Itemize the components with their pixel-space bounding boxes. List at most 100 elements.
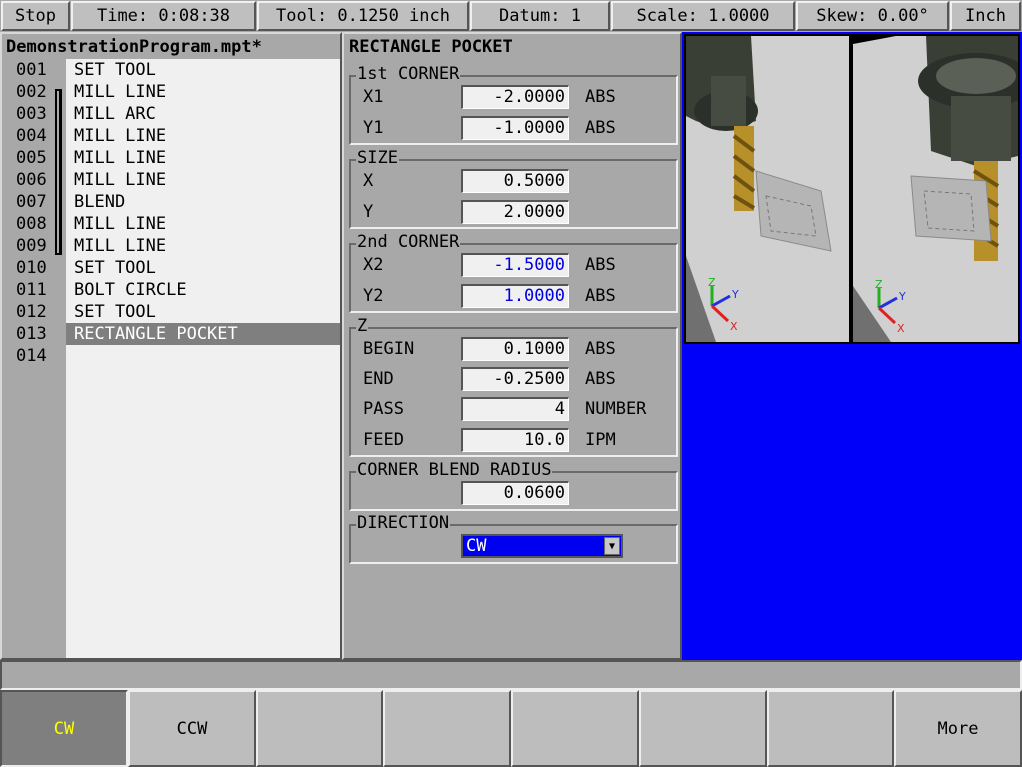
program-line[interactable]: MILL LINE xyxy=(66,125,340,147)
softkey-blank-4[interactable] xyxy=(383,690,511,767)
group-label-direction: DIRECTION xyxy=(356,513,451,533)
line-number: 001 xyxy=(16,60,47,80)
softkey-blank-5[interactable] xyxy=(511,690,639,767)
program-line[interactable] xyxy=(66,345,340,367)
softkey-more[interactable]: More xyxy=(894,690,1022,767)
right-axis-z-label: Z xyxy=(875,278,883,291)
program-line[interactable]: BLEND xyxy=(66,191,340,213)
x2-unit: ABS xyxy=(585,255,616,275)
softkey-blank-3[interactable] xyxy=(256,690,383,767)
softkey-bar: CW CCW More xyxy=(0,690,1022,767)
program-listing: SET TOOL MILL LINE MILL ARC MILL LINE MILL L… xyxy=(66,59,340,658)
program-line[interactable]: SET TOOL xyxy=(66,59,340,81)
y1-label: Y1 xyxy=(363,118,384,138)
form-title: RECTANGLE POCKET xyxy=(349,37,513,57)
y1-field[interactable]: -1.0000 xyxy=(461,116,569,140)
group-label-corner-blend: CORNER BLEND RADIUS xyxy=(356,460,553,480)
size-x-field[interactable]: 0.5000 xyxy=(461,169,569,193)
program-line[interactable]: MILL LINE xyxy=(66,147,340,169)
datum-readout: Datum: 1 xyxy=(470,1,610,31)
message-bar xyxy=(0,660,1022,690)
line-number: 007 xyxy=(16,192,47,212)
program-line[interactable]: MILL LINE xyxy=(66,169,340,191)
x2-field[interactable]: -1.5000 xyxy=(461,253,569,277)
program-line[interactable]: RECTANGLE POCKET xyxy=(66,323,340,345)
corner-blend-field[interactable]: 0.0600 xyxy=(461,481,569,505)
softkey-cw[interactable]: CW xyxy=(0,690,128,767)
line-number: 006 xyxy=(16,170,47,190)
z-begin-field[interactable]: 0.1000 xyxy=(461,337,569,361)
z-feed-field[interactable]: 10.0 xyxy=(461,428,569,452)
tool-preview-graphic: Z Y X Z Y X xyxy=(686,36,1022,342)
group-label-second-corner: 2nd CORNER xyxy=(356,232,461,252)
group-z: Z BEGIN 0.1000 ABS END -0.2500 ABS PASS … xyxy=(349,317,678,457)
line-number: 004 xyxy=(16,126,47,146)
scale-readout: Scale: 1.0000 xyxy=(611,1,795,31)
line-number: 002 xyxy=(16,82,47,102)
program-line[interactable]: MILL LINE xyxy=(66,213,340,235)
z-end-label: END xyxy=(363,369,394,389)
z-feed-label: FEED xyxy=(363,430,404,450)
line-number: 013 xyxy=(16,324,47,344)
program-panel: DemonstrationProgram.mpt* SET TOOL MILL L… xyxy=(0,32,342,660)
units-button[interactable]: Inch xyxy=(950,1,1021,31)
line-number: 008 xyxy=(16,214,47,234)
line-number: 012 xyxy=(16,302,47,322)
line-number: 009 xyxy=(16,236,47,256)
dropdown-arrow-icon[interactable]: ▼ xyxy=(604,537,620,555)
z-feed-unit: IPM xyxy=(585,430,616,450)
tool-readout: Tool: 0.1250 inch xyxy=(257,1,469,31)
z-pass-field[interactable]: 4 xyxy=(461,397,569,421)
loop-bracket xyxy=(55,89,62,255)
program-line[interactable]: SET TOOL xyxy=(66,257,340,279)
group-first-corner: 1st CORNER X1 -2.0000 ABS Y1 -1.0000 ABS xyxy=(349,65,678,145)
line-number: 010 xyxy=(16,258,47,278)
y2-label: Y2 xyxy=(363,286,384,306)
program-title: DemonstrationProgram.mpt* xyxy=(6,37,262,57)
x1-unit: ABS xyxy=(585,87,616,107)
graphics-panel: Z Y X Z Y X xyxy=(682,32,1022,660)
y2-field[interactable]: 1.0000 xyxy=(461,284,569,308)
tool-preview-viewport: Z Y X Z Y X xyxy=(684,34,1022,344)
z-pass-unit: NUMBER xyxy=(585,399,647,419)
program-line[interactable]: SET TOOL xyxy=(66,301,340,323)
size-y-label: Y xyxy=(363,202,374,222)
line-number: 011 xyxy=(16,280,47,300)
x2-label: X2 xyxy=(363,255,384,275)
group-second-corner: 2nd CORNER X2 -1.5000 ABS Y2 1.0000 ABS xyxy=(349,233,678,313)
operation-form: RECTANGLE POCKET 1st CORNER X1 -2.0000 A… xyxy=(342,32,682,660)
stop-button[interactable]: Stop xyxy=(1,1,70,31)
x1-field[interactable]: -2.0000 xyxy=(461,85,569,109)
left-axis-y-label: Y xyxy=(731,288,739,301)
group-corner-blend: CORNER BLEND RADIUS 0.0600 xyxy=(349,461,678,511)
z-pass-label: PASS xyxy=(363,399,404,419)
program-line[interactable]: MILL LINE xyxy=(66,235,340,257)
group-label-size: SIZE xyxy=(356,148,399,168)
direction-value: CW xyxy=(466,536,487,556)
z-begin-unit: ABS xyxy=(585,339,616,359)
x1-label: X1 xyxy=(363,87,384,107)
z-begin-label: BEGIN xyxy=(363,339,415,359)
size-y-field[interactable]: 2.0000 xyxy=(461,200,569,224)
skew-readout: Skew: 0.00° xyxy=(796,1,949,31)
y1-unit: ABS xyxy=(585,118,616,138)
line-number: 005 xyxy=(16,148,47,168)
program-line[interactable]: MILL ARC xyxy=(66,103,340,125)
status-bar: Stop Time: 0:08:38 Tool: 0.1250 inch Dat… xyxy=(0,0,1022,32)
z-end-field[interactable]: -0.2500 xyxy=(461,367,569,391)
program-line[interactable]: MILL LINE xyxy=(66,81,340,103)
y2-unit: ABS xyxy=(585,286,616,306)
group-label-z: Z xyxy=(356,316,369,336)
direction-select[interactable]: CW ▼ xyxy=(461,534,623,558)
right-axis-y-label: Y xyxy=(898,290,906,303)
program-line[interactable]: BOLT CIRCLE xyxy=(66,279,340,301)
left-axis-z-label: Z xyxy=(708,276,716,289)
right-axis-x-label: X xyxy=(897,322,905,335)
group-label-first-corner: 1st CORNER xyxy=(356,64,461,84)
softkey-blank-6[interactable] xyxy=(639,690,767,767)
line-number: 014 xyxy=(16,346,47,366)
line-number: 003 xyxy=(16,104,47,124)
left-axis-x-label: X xyxy=(730,320,738,333)
softkey-blank-7[interactable] xyxy=(767,690,894,767)
softkey-ccw[interactable]: CCW xyxy=(128,690,256,767)
